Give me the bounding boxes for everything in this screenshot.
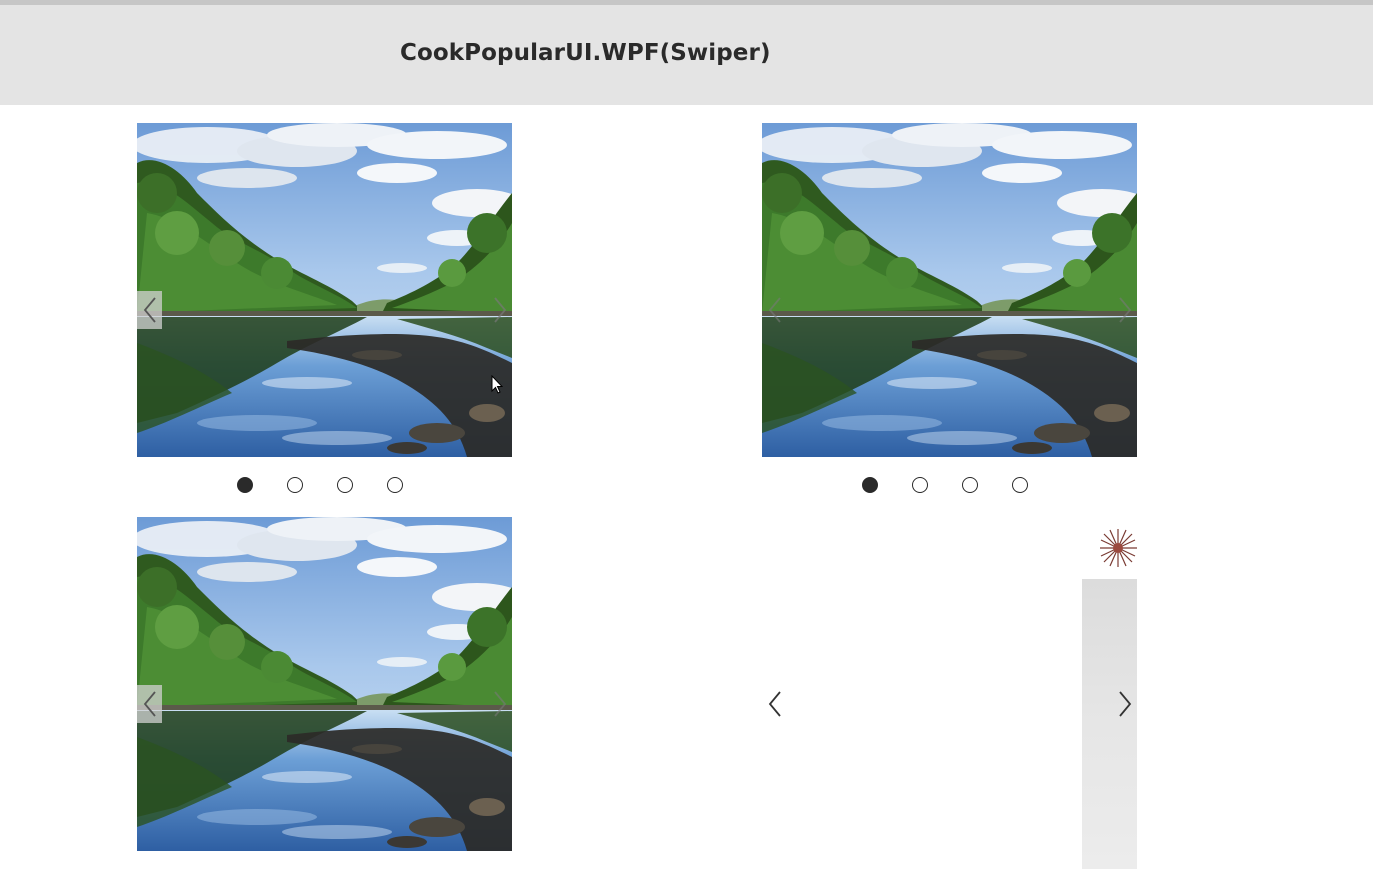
header-bar: CookPopularUI.WPF(Swiper)	[0, 5, 1373, 105]
swiper-top-left[interactable]	[137, 123, 512, 457]
swiper-top-right[interactable]	[762, 123, 1137, 457]
river-landscape-image	[762, 123, 1137, 457]
chevron-right-icon	[493, 690, 507, 718]
indicator-dots-top-right	[862, 477, 1042, 497]
indicator-dot-2[interactable]	[912, 477, 928, 493]
indicator-dot-3[interactable]	[962, 477, 978, 493]
indicator-dot-3[interactable]	[337, 477, 353, 493]
chevron-left-icon	[143, 296, 157, 324]
chevron-right-icon	[1118, 690, 1132, 718]
swiper-bottom-right[interactable]	[762, 517, 1137, 869]
prev-button[interactable]	[137, 685, 162, 723]
swiper-bottom-left[interactable]	[137, 517, 512, 851]
indicator-dot-1[interactable]	[862, 477, 878, 493]
next-button[interactable]	[487, 291, 512, 329]
chevron-right-icon	[1118, 296, 1132, 324]
chevron-left-icon	[768, 296, 782, 324]
prev-button[interactable]	[762, 291, 787, 329]
next-button[interactable]	[487, 685, 512, 723]
chevron-right-icon	[493, 296, 507, 324]
flower-image-partial	[1100, 529, 1137, 567]
indicator-dots-top-left	[237, 477, 417, 497]
mouse-cursor-icon	[491, 375, 503, 394]
next-button[interactable]	[1112, 291, 1137, 329]
river-landscape-image	[137, 517, 512, 851]
indicator-dot-4[interactable]	[387, 477, 403, 493]
page-title: CookPopularUI.WPF(Swiper)	[400, 40, 771, 66]
river-landscape-image	[137, 123, 512, 457]
indicator-dot-2[interactable]	[287, 477, 303, 493]
prev-button[interactable]	[762, 685, 787, 723]
next-button[interactable]	[1112, 685, 1137, 723]
prev-button[interactable]	[137, 291, 162, 329]
indicator-dot-4[interactable]	[1012, 477, 1028, 493]
indicator-dot-1[interactable]	[237, 477, 253, 493]
flower-photo-partial	[1082, 579, 1137, 869]
chevron-left-icon	[768, 690, 782, 718]
chevron-left-icon	[143, 690, 157, 718]
